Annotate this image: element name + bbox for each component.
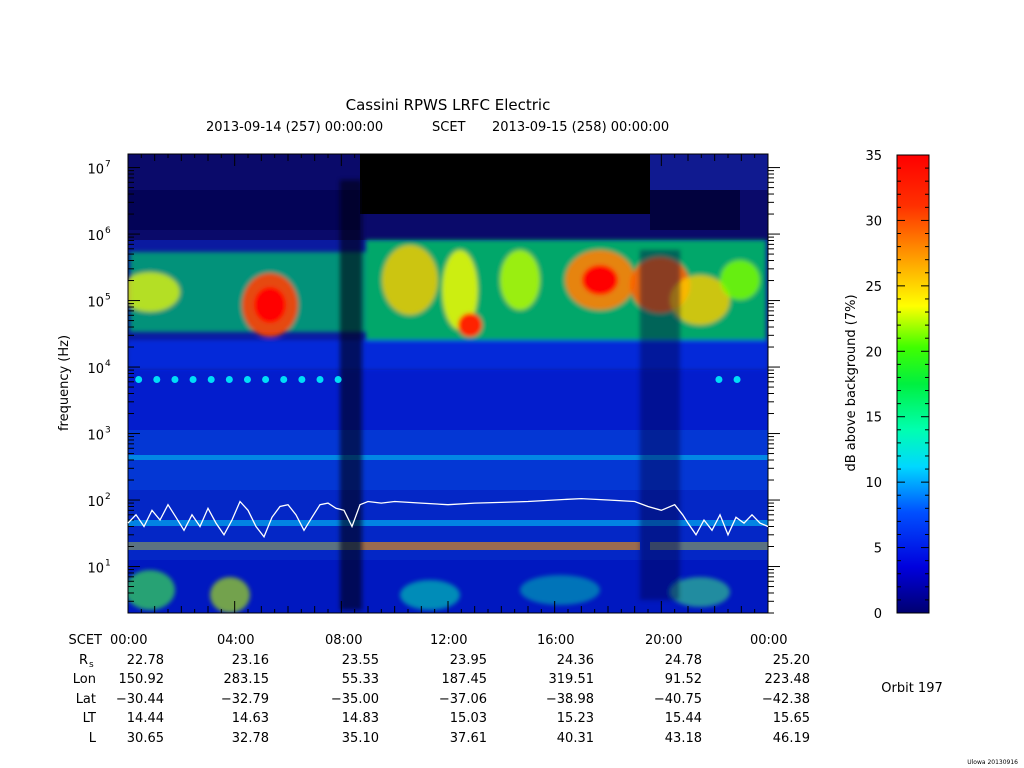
ephemeris-cell: 55.33	[342, 672, 379, 687]
colorbar-tick-label: 10	[865, 476, 882, 491]
y-tick-exponent: 2	[105, 492, 111, 502]
ephemeris-cell: −37.06	[439, 692, 487, 707]
ephemeris-cell: 23.16	[232, 653, 269, 668]
y-tick-label: 10	[87, 296, 104, 311]
ephemeris-cell: 08:00	[325, 633, 362, 648]
ephemeris-cell: 22.78	[127, 653, 164, 668]
ephemeris-cell: 37.61	[450, 731, 487, 746]
y-tick-exponent: 3	[105, 426, 111, 436]
ephemeris-cell: −42.38	[762, 692, 810, 707]
y-axis-label: frequency (Hz)	[57, 335, 72, 431]
ephemeris-cell: 319.51	[549, 672, 595, 687]
ephemeris-cell: 24.78	[665, 653, 702, 668]
ephemeris-cell: 16:00	[537, 633, 574, 648]
ephemeris-cell: 14.83	[342, 711, 379, 726]
spectrogram-image	[128, 154, 768, 613]
ephemeris-cell: 04:00	[217, 633, 254, 648]
ephemeris-cell: 43.18	[665, 731, 702, 746]
ephemeris-label: SCET	[69, 633, 103, 648]
y-tick-label: 10	[87, 562, 104, 577]
ephemeris-cell: 283.15	[224, 672, 270, 687]
y-tick-exponent: 4	[105, 359, 111, 369]
ephemeris-cell: 15.65	[773, 711, 810, 726]
ephemeris-cell: −35.00	[331, 692, 379, 707]
ephemeris-label: Lon	[73, 672, 96, 687]
ephemeris-cell: 15.03	[450, 711, 487, 726]
y-tick-exponent: 6	[105, 226, 111, 236]
y-tick-label: 10	[87, 229, 104, 244]
ephemeris-cell: −32.79	[221, 692, 269, 707]
footer-text: Ulowa 20130916	[967, 759, 1018, 766]
orbit-label: Orbit 197	[881, 681, 942, 696]
ephemeris-label: Lat	[76, 692, 96, 707]
ephemeris-label: L	[89, 731, 97, 746]
y-tick-label: 10	[87, 362, 104, 377]
ephemeris-table: SCET 00:00 04:00 08:00 12:00 16:00 20:00 00:00 R…	[69, 633, 810, 746]
ephemeris-cell: 32.78	[232, 731, 269, 746]
ephemeris-label: R	[79, 653, 88, 668]
ephemeris-cell: 14.44	[127, 711, 164, 726]
colorbar	[896, 154, 930, 614]
ephemeris-cell: 00:00	[110, 633, 147, 648]
ephemeris-cell: 23.95	[450, 653, 487, 668]
ephemeris-label-subscript: s	[89, 660, 94, 670]
ephemeris-cell: 40.31	[557, 731, 594, 746]
y-tick-label: 10	[87, 495, 104, 510]
ephemeris-cell: −30.44	[116, 692, 164, 707]
ephemeris-cell: 14.63	[232, 711, 269, 726]
colorbar-tick-label: 5	[874, 542, 882, 557]
ephemeris-cell: 20:00	[645, 633, 682, 648]
ephemeris-cell: −40.75	[654, 692, 702, 707]
colorbar-label: dB above background (7%)	[844, 294, 859, 471]
ephemeris-cell: 00:00	[750, 633, 787, 648]
colorbar-tick-label: 35	[865, 149, 882, 164]
y-tick-exponent: 5	[105, 293, 111, 303]
spectrogram-chart: 10 710 610 510 410 310 210 1 frequency (Hz) 051…	[57, 149, 1018, 766]
y-tick-exponent: 1	[105, 559, 111, 569]
ephemeris-cell: 35.10	[342, 731, 379, 746]
y-tick-exponent: 7	[105, 160, 111, 170]
ephemeris-cell: 91.52	[665, 672, 702, 687]
ephemeris-cell: 187.45	[442, 672, 488, 687]
ephemeris-label: LT	[83, 711, 96, 726]
ephemeris-cell: 12:00	[430, 633, 467, 648]
y-tick-label: 10	[87, 429, 104, 444]
colorbar-tick-label: 25	[865, 280, 882, 295]
y-tick-label: 10	[87, 163, 104, 178]
colorbar-tick-label: 30	[865, 214, 882, 229]
ephemeris-cell: 25.20	[773, 653, 810, 668]
ephemeris-cell: 23.55	[342, 653, 379, 668]
ephemeris-cell: 223.48	[765, 672, 811, 687]
colorbar-tick-label: 20	[865, 345, 882, 360]
colorbar-tick-label: 15	[865, 411, 882, 426]
ephemeris-cell: 150.92	[119, 672, 165, 687]
colorbar-tick-label: 0	[874, 607, 882, 622]
ephemeris-cell: 15.23	[557, 711, 594, 726]
ephemeris-cell: 15.44	[665, 711, 702, 726]
ephemeris-cell: 30.65	[127, 731, 164, 746]
ephemeris-cell: 24.36	[557, 653, 594, 668]
ephemeris-cell: 46.19	[773, 731, 810, 746]
ephemeris-cell: −38.98	[546, 692, 594, 707]
